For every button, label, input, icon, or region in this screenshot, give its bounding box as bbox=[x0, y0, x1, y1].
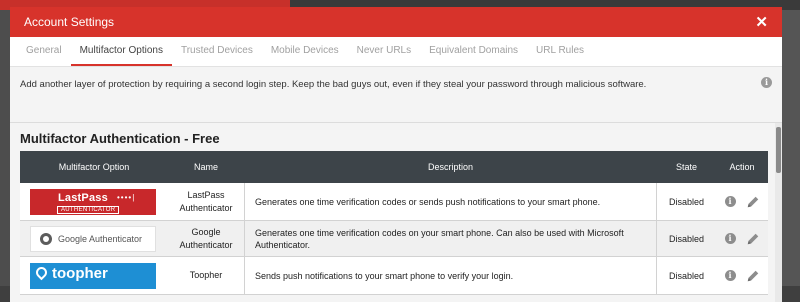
account-settings-modal: Account Settings ✕ General Multifactor O… bbox=[10, 7, 782, 302]
option-name: Toopher bbox=[189, 270, 223, 280]
backdrop-right-column bbox=[782, 10, 800, 302]
lastpass-logo-word: LastPass bbox=[58, 191, 108, 204]
info-icon[interactable]: i bbox=[724, 270, 736, 281]
option-description-text: Generates one time verification codes on… bbox=[255, 227, 624, 250]
lastpass-logo-dots: ••••| bbox=[117, 192, 136, 202]
info-icon[interactable]: i bbox=[761, 77, 772, 88]
header-name: Name bbox=[193, 162, 218, 172]
action-cell: i bbox=[716, 232, 768, 246]
option-state: Disabled bbox=[668, 196, 705, 207]
tab-mobile-devices[interactable]: Mobile Devices bbox=[262, 45, 348, 66]
option-name: LastPass Authenticator bbox=[179, 189, 233, 213]
tab-general[interactable]: General bbox=[17, 45, 71, 66]
lastpass-authenticator-logo: LastPass ••••| AUTHENTICATOR bbox=[30, 188, 156, 215]
table-row: LastPass ••••| AUTHENTICATOR LastPass Au… bbox=[20, 183, 768, 221]
multifactor-section: Multifactor Authentication - Free Multif… bbox=[10, 123, 782, 302]
pencil-icon[interactable] bbox=[746, 195, 760, 209]
header-action: Action bbox=[729, 162, 755, 172]
tab-url-rules[interactable]: URL Rules bbox=[527, 45, 593, 66]
pencil-icon[interactable] bbox=[746, 269, 760, 283]
modal-title: Account Settings bbox=[24, 15, 115, 29]
location-pin-icon bbox=[33, 264, 50, 280]
option-state: Disabled bbox=[668, 233, 705, 244]
multifactor-table: Multifactor Option Name Description Stat… bbox=[20, 151, 768, 295]
option-description-text: Generates one time verification codes or… bbox=[255, 196, 601, 207]
section-title: Multifactor Authentication - Free bbox=[20, 131, 220, 146]
option-description: Sends push notifications to your smart p… bbox=[244, 257, 657, 294]
google-authenticator-logo: Google Authenticator bbox=[30, 225, 156, 252]
header-description: Description bbox=[427, 162, 474, 172]
header-state: State bbox=[675, 162, 697, 172]
tab-never-urls[interactable]: Never URLs bbox=[348, 45, 420, 66]
option-description-text: Sends push notifications to your smart p… bbox=[255, 270, 514, 281]
pencil-icon[interactable] bbox=[746, 232, 760, 246]
settings-tabs: General Multifactor Options Trusted Devi… bbox=[10, 37, 782, 67]
toopher-logo: toopher bbox=[30, 262, 156, 289]
table-header: Multifactor Option Name Description Stat… bbox=[20, 151, 768, 183]
scrollbar[interactable] bbox=[775, 123, 782, 302]
table-row: Google Authenticator Google Authenticato… bbox=[20, 221, 768, 257]
option-logo-cell: Google Authenticator bbox=[20, 225, 168, 252]
header-option: Multifactor Option bbox=[58, 162, 130, 172]
tab-equivalent-domains[interactable]: Equivalent Domains bbox=[420, 45, 527, 66]
info-icon[interactable]: i bbox=[724, 233, 736, 244]
google-logo-word: Google Authenticator bbox=[58, 233, 143, 244]
action-cell: i bbox=[716, 195, 768, 209]
option-state: Disabled bbox=[668, 270, 705, 281]
option-description: Generates one time verification codes or… bbox=[244, 183, 657, 220]
modal-header: Account Settings ✕ bbox=[10, 7, 782, 37]
action-cell: i bbox=[716, 269, 768, 283]
option-name: Google Authenticator bbox=[179, 226, 233, 250]
info-text: Add another layer of protection by requi… bbox=[20, 79, 647, 90]
google-g-icon bbox=[40, 232, 52, 245]
lastpass-logo-sub: AUTHENTICATOR bbox=[57, 205, 120, 214]
option-logo-cell: LastPass ••••| AUTHENTICATOR bbox=[20, 188, 168, 215]
scrollbar-thumb[interactable] bbox=[776, 127, 781, 173]
toopher-logo-word: toopher bbox=[52, 264, 108, 282]
option-description: Generates one time verification codes on… bbox=[244, 221, 657, 256]
tab-trusted-devices[interactable]: Trusted Devices bbox=[172, 45, 262, 66]
table-row: toopher Toopher Sends push notifications… bbox=[20, 257, 768, 295]
tab-multifactor-options[interactable]: Multifactor Options bbox=[70, 45, 172, 66]
close-icon[interactable]: ✕ bbox=[755, 15, 768, 30]
option-logo-cell: toopher bbox=[20, 262, 168, 289]
info-icon[interactable]: i bbox=[724, 196, 736, 207]
info-bar: Add another layer of protection by requi… bbox=[10, 67, 782, 123]
